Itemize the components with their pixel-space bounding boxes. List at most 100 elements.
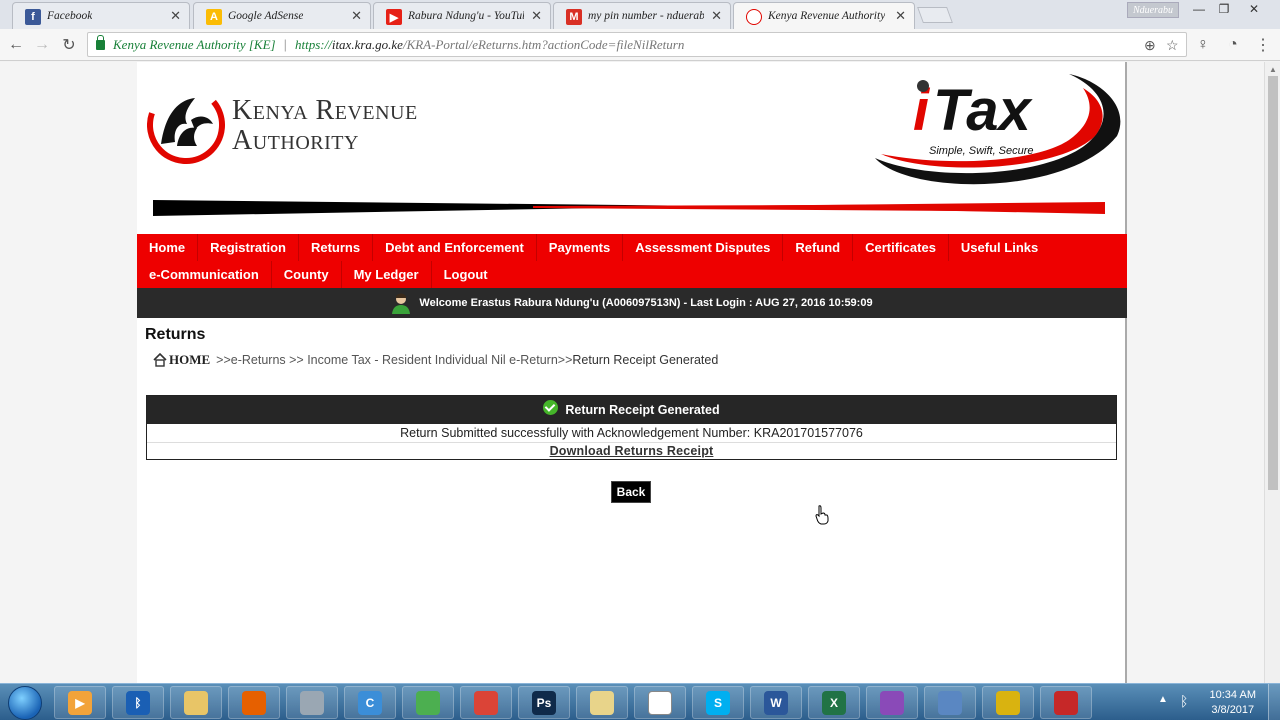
tab-close-icon[interactable]: ✕ bbox=[895, 8, 906, 24]
scroll-up-arrow-icon[interactable]: ▲ bbox=[1269, 65, 1277, 74]
word-icon: W bbox=[764, 690, 788, 715]
menu-item-refund[interactable]: Refund bbox=[783, 234, 854, 261]
tab-label: Kenya Revenue Authority bbox=[768, 10, 886, 22]
taskbar-app-button[interactable]: C bbox=[344, 686, 396, 719]
clock[interactable]: 10:34 AM 3/8/2017 bbox=[1210, 688, 1256, 718]
menu-item-registration[interactable]: Registration bbox=[198, 234, 299, 261]
taskbar-app-button[interactable] bbox=[228, 686, 280, 719]
menu-item-e-communication[interactable]: e-Communication bbox=[137, 261, 272, 288]
browser-tab[interactable]: Mmy pin number - nduerabu ✕ bbox=[553, 2, 731, 29]
success-check-icon bbox=[543, 399, 559, 415]
url-scheme: https:// bbox=[294, 36, 332, 52]
taskbar-app-button[interactable] bbox=[982, 686, 1034, 719]
url-path: /KRA-Portal/eReturns.htm?actionCode=file… bbox=[402, 36, 685, 52]
menu-item-county[interactable]: County bbox=[272, 261, 342, 288]
tab-close-icon[interactable]: ✕ bbox=[170, 8, 181, 24]
calculator-icon bbox=[300, 690, 324, 715]
download-receipt-link[interactable]: Download Returns Receipt bbox=[147, 444, 1116, 458]
lock-icon bbox=[96, 34, 105, 50]
browser-tab[interactable]: Kenya Revenue Authority ✕ bbox=[733, 2, 915, 29]
back-arrow-icon[interactable]: ← bbox=[5, 34, 27, 56]
browser-tab[interactable]: ▶ Rabura Ndung'u - YouTube ✕ bbox=[373, 2, 551, 29]
taskbar-app-button[interactable]: ᛒ bbox=[112, 686, 164, 719]
photoshop-icon: Ps bbox=[532, 690, 556, 715]
user-avatar-icon bbox=[392, 293, 411, 314]
menu-item-my-ledger[interactable]: My Ledger bbox=[342, 261, 432, 288]
vertical-scrollbar[interactable]: ▲ bbox=[1264, 62, 1280, 683]
show-desktop-button[interactable] bbox=[1268, 684, 1280, 720]
taskbar-app-button[interactable] bbox=[1040, 686, 1092, 719]
address-bar[interactable]: Kenya Revenue Authority [KE] | https:// … bbox=[87, 32, 1187, 57]
taskbar-app-button[interactable] bbox=[460, 686, 512, 719]
tab-close-icon[interactable]: ✕ bbox=[711, 8, 722, 24]
zoom-icon[interactable]: ⊕ bbox=[1144, 37, 1156, 54]
receipt-header: Return Receipt Generated bbox=[147, 396, 1116, 424]
chrome-menu-icon[interactable]: ⋮ bbox=[1252, 34, 1274, 56]
speed-dial-icon[interactable]: ◔ bbox=[1222, 34, 1244, 56]
new-tab-button[interactable] bbox=[917, 7, 953, 23]
menu-item-debt-and-enforcement[interactable]: Debt and Enforcement bbox=[373, 234, 537, 261]
tab-close-icon[interactable]: ✕ bbox=[531, 8, 542, 24]
screen-tool-icon bbox=[938, 690, 962, 715]
welcome-bar: Welcome Erastus Rabura Ndung'u (A0060975… bbox=[137, 288, 1127, 318]
menu-item-useful-links[interactable]: Useful Links bbox=[949, 234, 1050, 261]
back-button[interactable]: Back bbox=[611, 481, 651, 503]
tray-bluetooth-icon[interactable]: ᛒ bbox=[1180, 693, 1188, 709]
minimize-icon[interactable]: — bbox=[1185, 0, 1213, 18]
gmail-icon: M bbox=[566, 9, 582, 25]
media-player-icon: ▶ bbox=[68, 690, 92, 715]
system-tray: ▲ ᛒ 10:34 AM 3/8/2017 bbox=[1140, 684, 1280, 720]
browser-tab[interactable]: f Facebook ✕ bbox=[12, 2, 190, 29]
tray-expand-icon[interactable]: ▲ bbox=[1158, 694, 1168, 705]
menu-item-returns[interactable]: Returns bbox=[299, 234, 374, 261]
taskbar-app-button[interactable] bbox=[634, 686, 686, 719]
welcome-text: Welcome Erastus Rabura Ndung'u (A0060975… bbox=[419, 297, 873, 309]
breadcrumb: HOME >>e-Returns >> Income Tax - Residen… bbox=[153, 352, 718, 368]
profile-chip[interactable]: Nduerabu bbox=[1127, 2, 1179, 18]
reload-icon[interactable]: ↻ bbox=[58, 34, 80, 56]
recorder-icon bbox=[1054, 690, 1078, 715]
winrar-icon bbox=[880, 690, 904, 715]
breadcrumb-home-link[interactable]: HOME bbox=[169, 352, 210, 368]
scrollbar-thumb[interactable] bbox=[1268, 76, 1278, 490]
kra-name-line1: Kenya Revenue bbox=[232, 95, 418, 126]
menu-item-home[interactable]: Home bbox=[137, 234, 199, 261]
restore-icon[interactable]: ❐ bbox=[1210, 0, 1238, 18]
taskbar-app-button[interactable]: Ps bbox=[518, 686, 570, 719]
main-menu: Home Registration Returns Debt and Enforcem… bbox=[137, 234, 1127, 288]
firefox-icon bbox=[242, 690, 266, 715]
windows-taskbar: ▶ ᛒ C Ps S W X ▲ ᛒ 10:34 AM 3/8/2017 bbox=[0, 683, 1280, 720]
forward-arrow-icon[interactable]: → bbox=[31, 34, 53, 56]
taskbar-app-button[interactable] bbox=[402, 686, 454, 719]
tab-close-icon[interactable]: ✕ bbox=[351, 8, 362, 24]
menu-item-payments[interactable]: Payments bbox=[537, 234, 624, 261]
taskbar-app-button[interactable] bbox=[170, 686, 222, 719]
taskbar-app-button[interactable] bbox=[576, 686, 628, 719]
menu-item-assessment-disputes[interactable]: Assessment Disputes bbox=[623, 234, 784, 261]
url-host: itax.kra.go.ke bbox=[331, 36, 403, 52]
home-icon[interactable] bbox=[153, 353, 167, 367]
extension-bulb-icon[interactable]: ♀ bbox=[1192, 34, 1214, 56]
kra-favicon-icon bbox=[746, 9, 762, 25]
taskbar-app-button[interactable]: ▶ bbox=[54, 686, 106, 719]
close-window-icon[interactable]: ✕ bbox=[1240, 0, 1268, 18]
taskbar-app-button[interactable] bbox=[286, 686, 338, 719]
bookmark-star-icon[interactable]: ☆ bbox=[1166, 37, 1179, 54]
skype-icon: S bbox=[706, 690, 730, 715]
kra-wordmark: Kenya Revenue Authority bbox=[232, 96, 418, 156]
taskbar-app-button[interactable] bbox=[866, 686, 918, 719]
tab-label: my pin number - nduerabu bbox=[588, 10, 704, 22]
taskbar-app-button[interactable] bbox=[924, 686, 976, 719]
taskbar-app-button[interactable]: S bbox=[692, 686, 744, 719]
receipt-panel: Return Receipt Generated Return Submitte… bbox=[146, 395, 1117, 460]
app-yellow-icon bbox=[996, 690, 1020, 715]
taskbar-app-button[interactable]: X bbox=[808, 686, 860, 719]
taskbar-app-button[interactable]: W bbox=[750, 686, 802, 719]
start-button[interactable] bbox=[8, 686, 42, 720]
header-stripe bbox=[153, 200, 1105, 216]
hand-cursor-icon bbox=[815, 505, 829, 525]
page-title: Returns bbox=[145, 326, 206, 343]
browser-tab[interactable]: A Google AdSense ✕ bbox=[193, 2, 371, 29]
menu-item-logout[interactable]: Logout bbox=[432, 261, 500, 288]
menu-item-certificates[interactable]: Certificates bbox=[853, 234, 949, 261]
